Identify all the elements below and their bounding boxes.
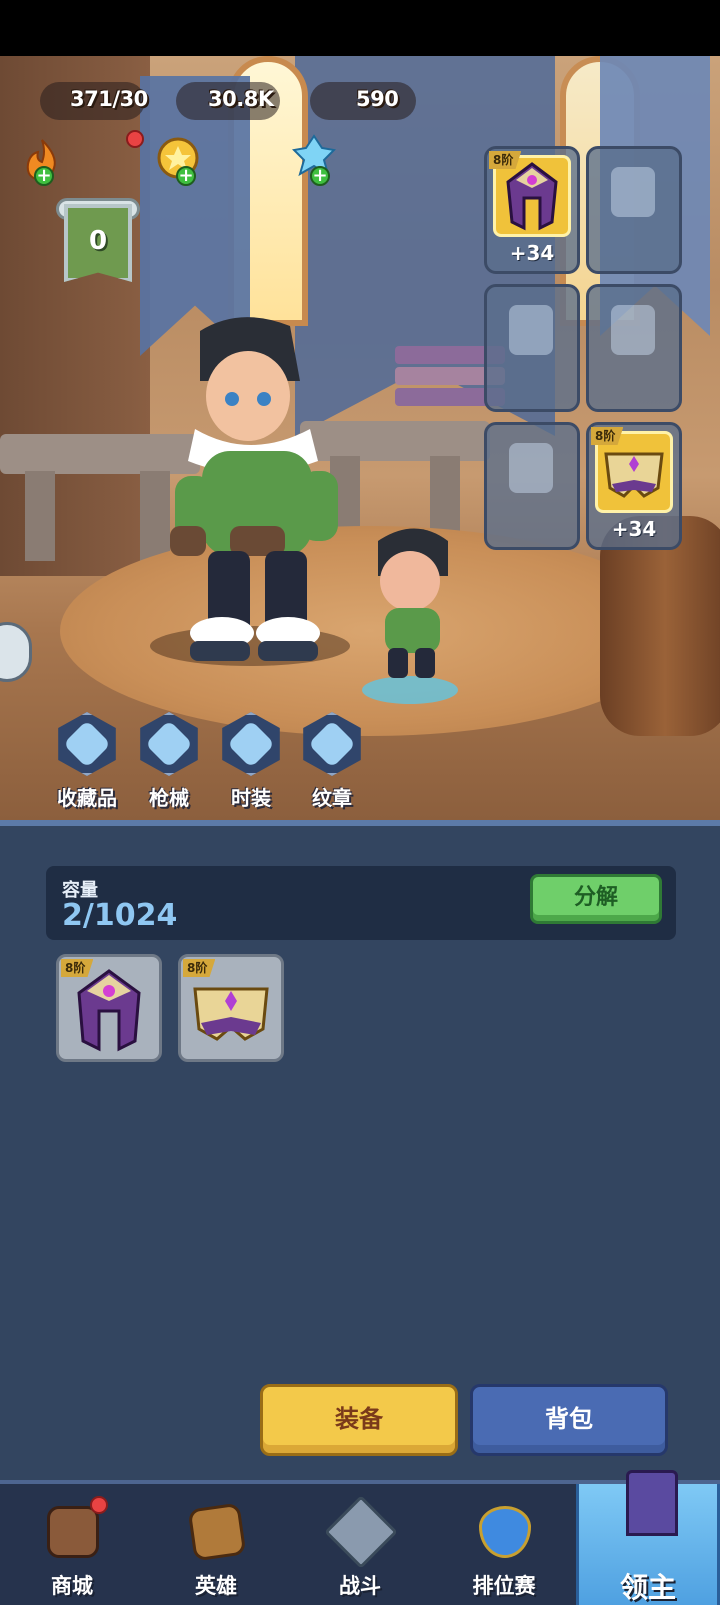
equip-tab-button[interactable]: 装备 xyxy=(260,1384,458,1456)
equip-slot-gloves[interactable] xyxy=(586,284,682,412)
stamina-value: 371/30 xyxy=(70,87,148,111)
capacity-value: 2/1024 xyxy=(62,898,178,933)
crystal-value: 590 xyxy=(356,87,399,111)
equip-slot-helmet[interactable]: 8阶 +34 xyxy=(484,146,580,274)
emblem-icon xyxy=(303,712,361,776)
nav-lord[interactable]: 领主 xyxy=(576,1470,720,1605)
equip-slot-pants[interactable] xyxy=(484,422,580,550)
nav-label: 战斗 xyxy=(339,1574,381,1598)
shortcut-label: 收藏品 xyxy=(57,786,117,810)
armor-placeholder-icon xyxy=(611,167,655,217)
equip-slot-armor[interactable] xyxy=(586,146,682,274)
nav-label: 领主 xyxy=(619,1571,676,1604)
crossed-weapons-icon xyxy=(324,1495,398,1569)
pants-placeholder-icon xyxy=(509,443,553,493)
add-crystal-icon[interactable]: + xyxy=(310,166,330,186)
shop-icon xyxy=(47,1506,99,1558)
inventory-item-helmet[interactable]: 8阶 xyxy=(56,954,162,1062)
shortcut-firearms[interactable]: 枪械 xyxy=(134,712,204,811)
table-leg xyxy=(25,471,55,561)
ranked-shield-icon xyxy=(479,1506,531,1558)
hero-card-icon xyxy=(187,1502,247,1562)
costume-icon xyxy=(222,712,280,776)
nav-heroes[interactable]: 英雄 xyxy=(144,1484,288,1605)
gloves-placeholder-icon xyxy=(611,305,655,355)
decompose-button[interactable]: 分解 xyxy=(530,874,662,924)
belt-bonus: +34 xyxy=(611,517,657,541)
bag-tab-button[interactable]: 背包 xyxy=(470,1384,668,1456)
lord-banner-icon xyxy=(626,1470,678,1536)
inventory-panel: 容量 2/1024 分解 8阶 8阶 装备 背包 xyxy=(0,820,720,1480)
nav-ranked[interactable]: 排位赛 xyxy=(432,1484,576,1605)
nav-label: 英雄 xyxy=(195,1574,237,1598)
shortcut-label: 时装 xyxy=(231,786,271,810)
notification-dot xyxy=(90,1496,108,1514)
equip-slot-belt[interactable]: 8阶 +34 xyxy=(586,422,682,550)
lord-character[interactable] xyxy=(160,311,360,671)
rank-value: 0 xyxy=(88,226,108,256)
nav-label: 排位赛 xyxy=(472,1574,536,1598)
stamina-counter[interactable]: 371/30 xyxy=(40,82,148,120)
feather-icon xyxy=(58,712,116,776)
shortcut-collectibles[interactable]: 收藏品 xyxy=(52,712,122,811)
notification-dot xyxy=(126,130,144,148)
equip-slot-boots[interactable] xyxy=(484,284,580,412)
nav-battle[interactable]: 战斗 xyxy=(288,1484,432,1605)
bottom-nav: 商城 英雄 战斗 排位赛 领主 xyxy=(0,1470,720,1605)
add-gold-icon[interactable]: + xyxy=(176,166,196,186)
helmet-bonus: +34 xyxy=(509,241,555,265)
shortcut-costumes[interactable]: 时装 xyxy=(216,712,286,811)
mini-character[interactable] xyxy=(360,516,460,696)
shortcut-label: 纹章 xyxy=(312,786,352,810)
shortcut-label: 枪械 xyxy=(149,786,189,810)
gold-value: 30.8K xyxy=(208,87,274,111)
add-stamina-icon[interactable]: + xyxy=(34,166,54,186)
gun-icon xyxy=(140,712,198,776)
inventory-item-belt[interactable]: 8阶 xyxy=(178,954,284,1062)
crystal-counter[interactable]: 590 xyxy=(310,82,416,120)
capacity-bar: 容量 2/1024 分解 xyxy=(46,866,676,940)
side-panel-handle[interactable] xyxy=(0,622,32,682)
boots-placeholder-icon xyxy=(509,305,553,355)
nav-label: 商城 xyxy=(51,1574,93,1598)
gold-counter[interactable]: 30.8K xyxy=(176,82,280,120)
status-bar xyxy=(0,0,720,56)
nav-shop[interactable]: 商城 xyxy=(0,1484,144,1605)
shortcut-emblems[interactable]: 纹章 xyxy=(297,712,367,811)
